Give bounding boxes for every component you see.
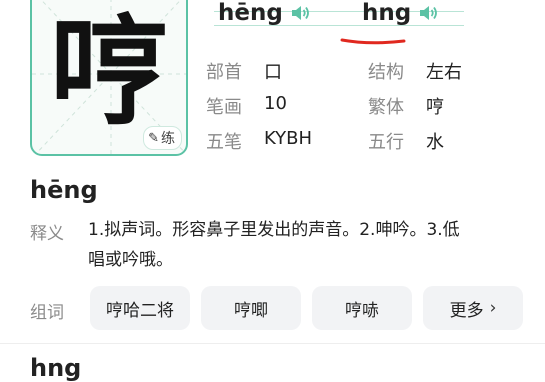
element-label: 五行: [368, 132, 404, 153]
pinyin-text: hng: [362, 0, 412, 26]
element-value: 水: [426, 132, 444, 153]
chevron-right-icon: ›: [489, 298, 497, 318]
wubi-value: KYBH: [264, 128, 313, 149]
strokes-value: 10: [264, 93, 287, 114]
pinyin-hng[interactable]: hng: [362, 0, 439, 26]
meaning-label: 释义: [30, 224, 64, 244]
pencil-icon: ✎: [148, 130, 159, 146]
section-title-hng: hng: [30, 354, 82, 382]
more-words-button[interactable]: 更多 ›: [423, 286, 523, 330]
more-label: 更多: [449, 300, 484, 321]
traditional-label: 繁体: [368, 97, 404, 118]
speaker-icon[interactable]: [417, 2, 439, 24]
word-chip[interactable]: 哼哈二将: [90, 286, 190, 330]
structure-label: 结构: [368, 62, 404, 83]
section-divider: [0, 343, 545, 344]
meaning-line: 唱或吟哦。: [88, 250, 173, 270]
character-card[interactable]: 哼 ✎ 练: [30, 0, 188, 156]
strokes-label: 笔画: [206, 97, 242, 118]
practice-button[interactable]: ✎ 练: [143, 126, 182, 150]
pinyin-header: hēng hng: [214, 0, 464, 34]
meaning-line: 1.拟声词。形容鼻子里发出的声音。2.呻吟。3.低: [88, 220, 460, 240]
radical-value: 口: [264, 62, 282, 83]
speaker-icon[interactable]: [289, 2, 311, 24]
section-title-heng: hēng: [30, 176, 98, 204]
words-label: 组词: [30, 303, 64, 323]
structure-value: 左右: [426, 62, 462, 83]
word-chip[interactable]: 哼哧: [312, 286, 412, 330]
meaning-text: 1.拟声词。形容鼻子里发出的声音。2.呻吟。3.低 唱或吟哦。: [88, 215, 518, 275]
traditional-value: 哼: [426, 97, 444, 118]
pinyin-heng[interactable]: hēng: [218, 0, 311, 26]
pinyin-text: hēng: [218, 0, 283, 26]
practice-label: 练: [161, 131, 175, 147]
wubi-label: 五笔: [206, 132, 242, 153]
red-underline-annotation: [340, 38, 406, 45]
radical-label: 部首: [206, 62, 242, 83]
word-chip[interactable]: 哼唧: [201, 286, 301, 330]
